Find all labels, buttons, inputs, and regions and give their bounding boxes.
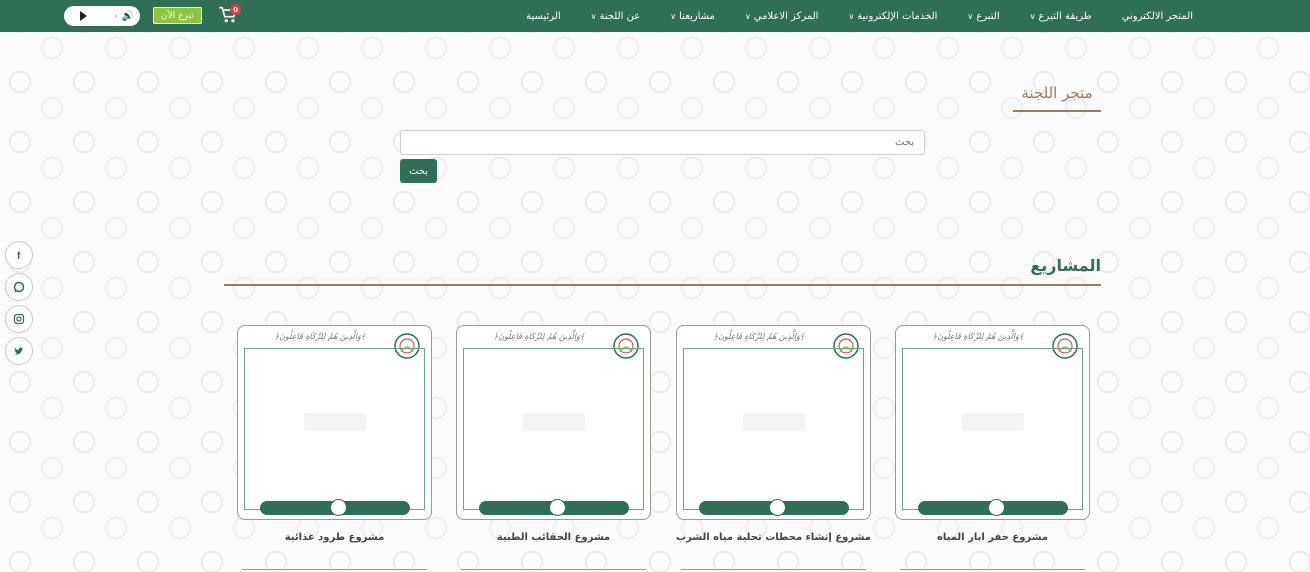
project-card[interactable]: ﴿وَالَّذِينَ هُمْ لِلزَّكَاةِ فَاعِلُونَ… [676, 325, 871, 520]
project-card[interactable]: ﴿وَالَّذِينَ هُمْ لِلزَّكَاةِ فَاعِلُونَ… [456, 325, 651, 520]
nav-item-about[interactable]: عن اللجنة ∨ [576, 0, 656, 32]
calligraphy-image: ﴿وَالَّذِينَ هُمْ لِلزَّكَاةِ فَاعِلُونَ… [932, 332, 1024, 341]
chevron-down-icon: ∨ [1029, 11, 1036, 21]
nav-label: عن اللجنة [599, 10, 641, 22]
project-name[interactable]: مشروع الحقائب الطبية [456, 532, 651, 543]
chevron-down-icon: ∨ [590, 11, 597, 21]
logo-icon [769, 499, 786, 516]
image-placeholder [743, 413, 805, 431]
nav-item-donation[interactable]: التبرع ∨ [952, 0, 1014, 32]
nav-label: الرئيسية [526, 10, 561, 22]
project-name[interactable]: مشروع طرود غذائية [237, 532, 432, 543]
nav-item-home[interactable]: الرئيسية [511, 0, 575, 32]
section-title: المشاريع [1030, 256, 1101, 275]
image-placeholder [962, 413, 1024, 431]
cart-button[interactable]: 0 [218, 4, 241, 26]
nav-item-media-center[interactable]: المركز الاعلامي ∨ [730, 0, 834, 32]
nav-label: المتجر الالكتروني [1121, 10, 1193, 22]
card-footer-banner [918, 499, 1068, 516]
nav-item-donation-method[interactable]: طريقة التبرع ∨ [1015, 0, 1107, 32]
calligraphy-image: ﴿وَالَّذِينَ هُمْ لِلزَّكَاةِ فَاعِلُونَ… [713, 332, 805, 341]
nav-label: المركز الاعلامي [753, 10, 819, 22]
search-input[interactable] [400, 130, 925, 155]
nav-item-projects[interactable]: مشاريعنا ∨ [655, 0, 730, 32]
logo-icon [330, 499, 347, 516]
chevron-down-icon: ∨ [670, 11, 677, 21]
main-nav: الرئيسية عن اللجنة ∨ مشاريعنا ∨ المركز الا… [511, 0, 1208, 32]
project-name[interactable]: مشروع إنشاء محطات تحلية مياه الشرب [676, 532, 871, 543]
audio-player: 🔊 [64, 6, 140, 26]
logo-icon [549, 499, 566, 516]
instagram-icon[interactable] [5, 305, 33, 333]
logo-icon [988, 499, 1005, 516]
image-placeholder [304, 413, 366, 431]
card-footer-banner [260, 499, 410, 516]
search-button[interactable]: بحث [400, 159, 437, 183]
whatsapp-icon[interactable] [5, 273, 33, 301]
image-placeholder [523, 413, 585, 431]
card-footer-banner [699, 499, 849, 516]
calligraphy-image: ﴿وَالَّذِينَ هُمْ لِلزَّكَاةِ فَاعِلُونَ… [274, 332, 366, 341]
nav-item-e-store[interactable]: المتجر الالكتروني [1107, 0, 1208, 32]
calligraphy-image: ﴿وَالَّذِينَ هُمْ لِلزَّكَاةِ فَاعِلُونَ… [493, 332, 585, 341]
audio-progress[interactable] [115, 15, 116, 17]
project-card[interactable]: ﴿وَالَّذِينَ هُمْ لِلزَّكَاةِ فَاعِلُونَ… [895, 325, 1090, 520]
play-icon[interactable] [80, 11, 87, 21]
nav-label: مشاريعنا [679, 10, 715, 22]
chevron-down-icon: ∨ [848, 11, 855, 21]
nav-item-e-services[interactable]: الخدمات الإلكترونية ∨ [833, 0, 952, 32]
project-card[interactable]: ﴿وَالَّذِينَ هُمْ لِلزَّكَاةِ فَاعِلُونَ… [237, 325, 432, 520]
project-name[interactable]: مشروع حفر ابار المياه [895, 532, 1090, 543]
facebook-icon[interactable]: f [5, 241, 33, 269]
twitter-icon[interactable] [5, 337, 33, 365]
page-title: متجر اللجنة [1013, 84, 1101, 112]
card-footer-banner [479, 499, 629, 516]
chevron-down-icon: ∨ [744, 11, 751, 21]
donate-now-button[interactable]: تبرع الآن [153, 7, 202, 24]
chevron-down-icon: ∨ [967, 11, 974, 21]
top-navbar: الرئيسية عن اللجنة ∨ مشاريعنا ∨ المركز الا… [0, 0, 1310, 32]
nav-label: التبرع [976, 10, 1000, 22]
svg-text:f: f [17, 251, 21, 261]
volume-icon[interactable]: 🔊 [122, 11, 134, 22]
nav-label: الخدمات الإلكترونية [857, 10, 938, 22]
section-divider [224, 284, 1101, 286]
cart-count-badge: 0 [230, 4, 241, 15]
nav-label: طريقة التبرع [1038, 10, 1092, 22]
